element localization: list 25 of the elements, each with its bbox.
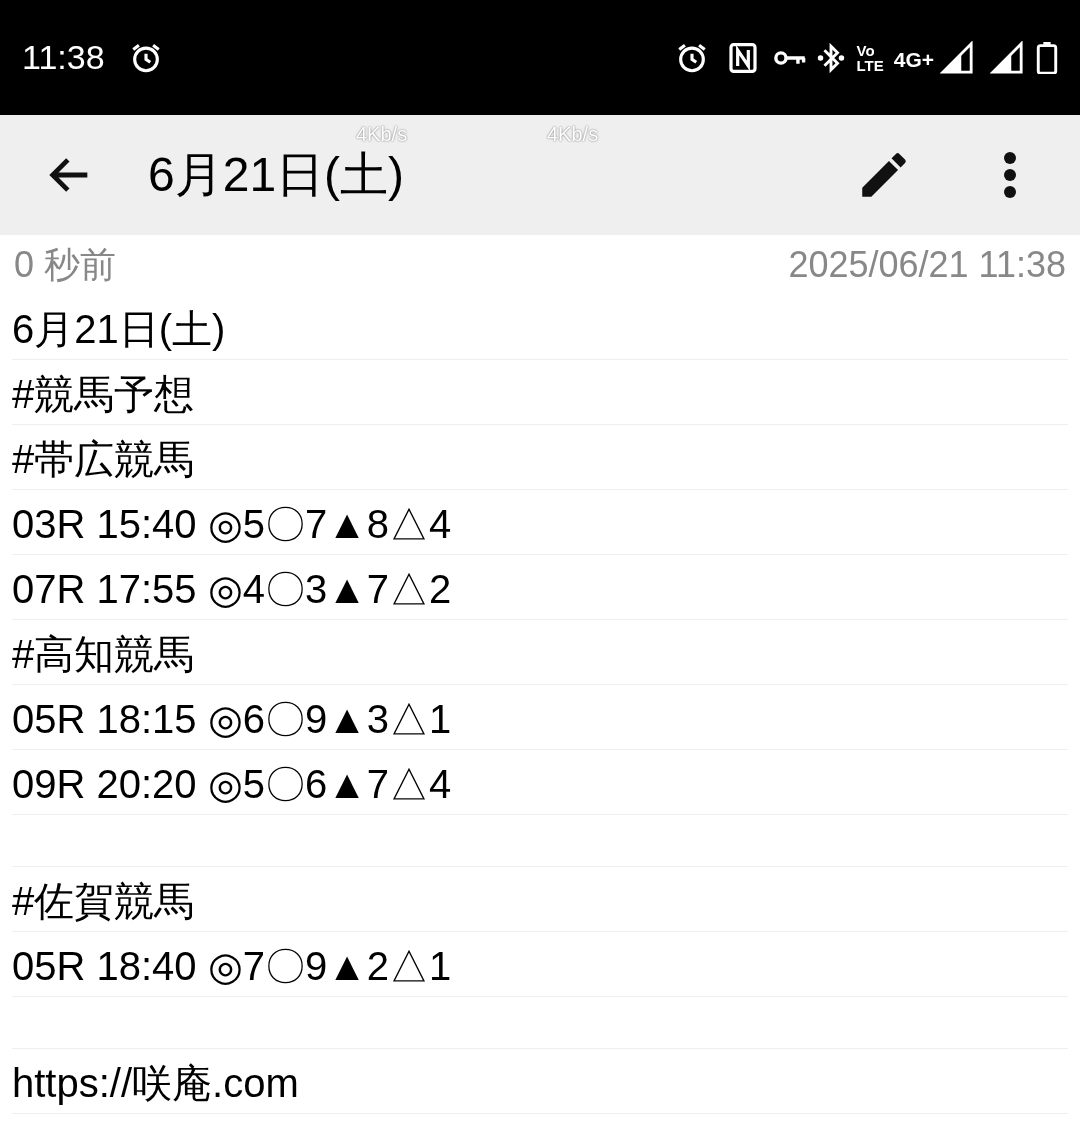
app-title: 6月21日(土) [148,151,405,199]
note-line: 05R 18:15 ◎6〇9▲3△1 [12,696,452,743]
note-line: 03R 15:40 ◎5〇7▲8△4 [12,501,452,548]
signal-icon [990,40,1024,75]
nfc-icon [726,41,759,74]
note-line: 09R 20:20 ◎5〇6▲7△4 [12,761,452,808]
clock-time: 11:38 [22,37,105,78]
relative-time: 0 秒前 [14,243,117,287]
network-speed: 4Kb/s [547,122,599,147]
note-line: #高知競馬 [12,631,195,678]
more-icon [1002,150,1018,200]
network-type: 4G+ [893,47,934,73]
note-line: #帯広競馬 [12,436,195,483]
note-line: #佐賀競馬 [12,878,195,925]
note-line: 6月21日(土) [12,306,226,353]
note-line: 07R 17:55 ◎4〇3▲7△2 [12,566,452,613]
network-speed: 4Kb/s [356,122,408,147]
note-line: #競馬予想 [12,371,195,418]
note-line: 05R 18:40 ◎7〇9▲2△1 [12,943,452,990]
timestamp: 2025/06/21 11:38 [788,243,1066,287]
note-line: https://咲庵.com [12,1060,299,1107]
battery-icon [1036,41,1058,74]
volte-label: LTE [856,57,884,73]
volte-label: Vo [856,42,876,58]
signal-icon [940,40,974,75]
